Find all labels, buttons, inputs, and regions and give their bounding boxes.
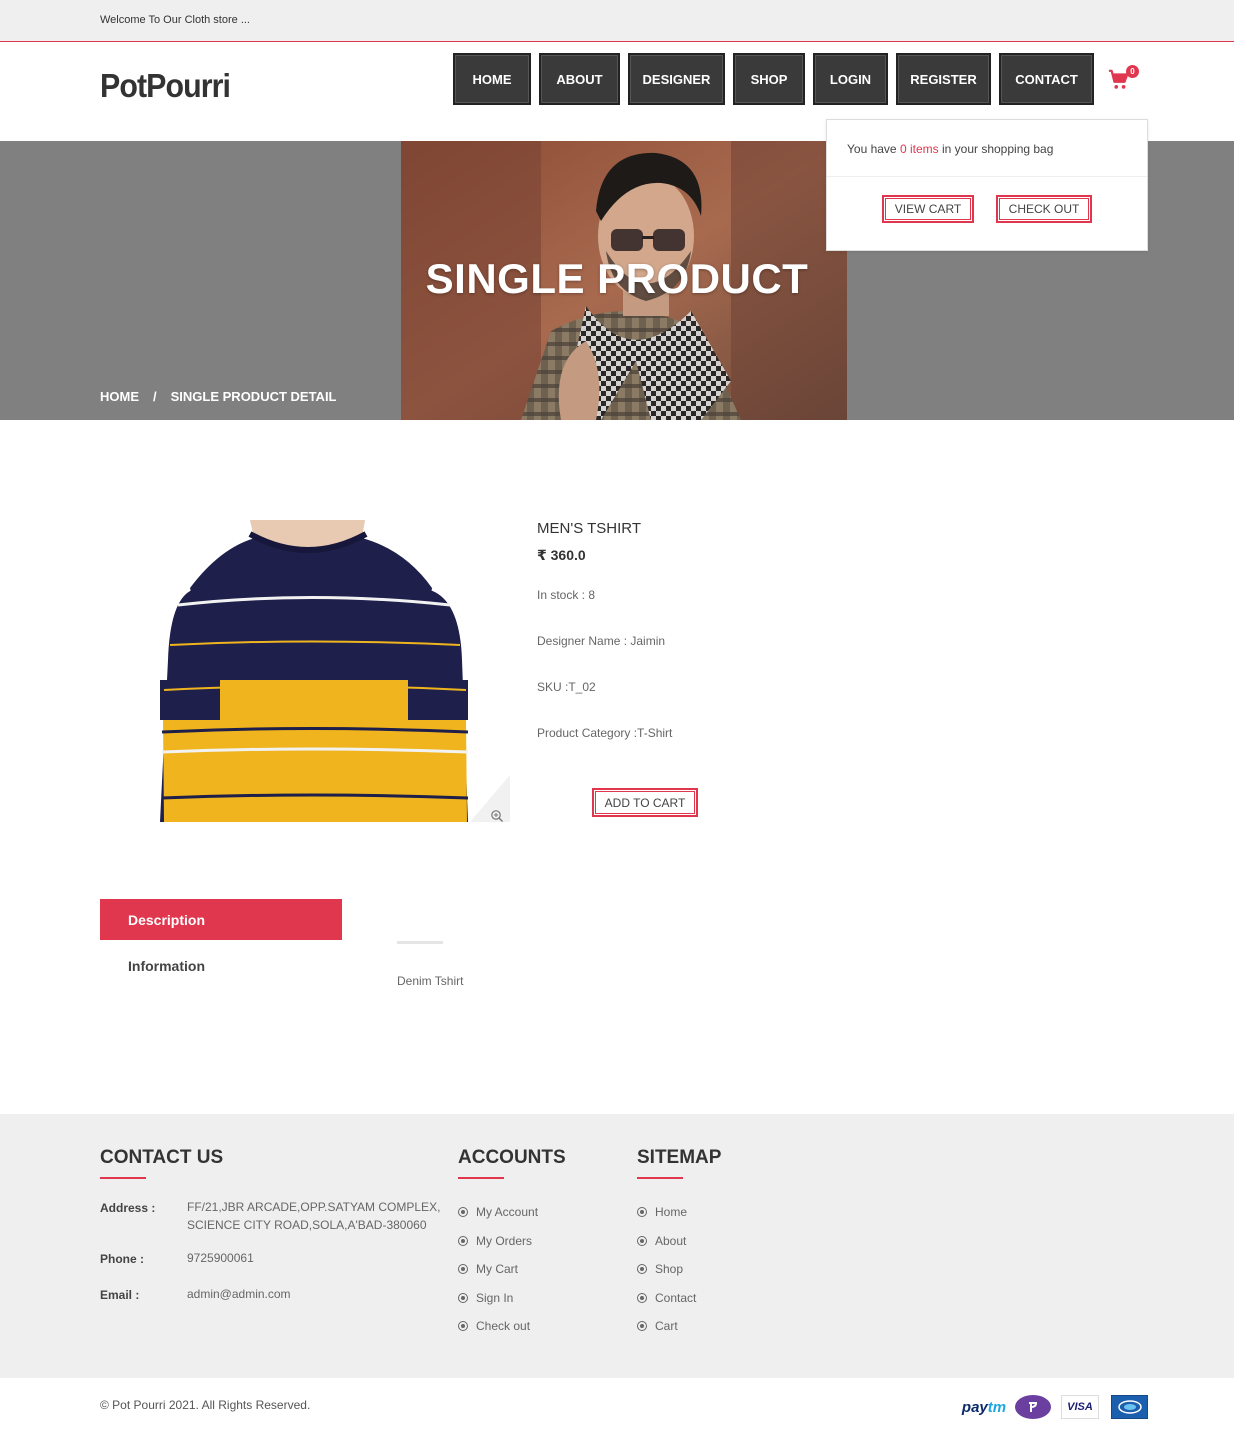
- footer-link-label: Check out: [476, 1319, 531, 1333]
- address-label: Address :: [100, 1201, 156, 1215]
- bullet-icon: [458, 1321, 468, 1331]
- breadcrumb-home[interactable]: HOME: [100, 389, 139, 404]
- copyright-text: © Pot Pourri 2021. All Rights Reserved.: [100, 1398, 311, 1412]
- footer-link-label: My Orders: [476, 1234, 533, 1248]
- visa-icon: VISA: [1061, 1395, 1099, 1419]
- sitemap-link-shop[interactable]: Shop: [637, 1262, 683, 1276]
- nav-contact[interactable]: CONTACT: [999, 53, 1094, 105]
- phone-label: Phone :: [100, 1252, 144, 1266]
- product-name: MEN'S TSHIRT: [537, 520, 641, 537]
- bullet-icon: [458, 1207, 468, 1217]
- footer-link-my-cart[interactable]: My Cart: [458, 1262, 518, 1276]
- check-out-button[interactable]: CHECK OUT: [996, 195, 1092, 223]
- address-line-1: FF/21,JBR ARCADE,OPP.SATYAM COMPLEX,: [187, 1200, 441, 1214]
- sitemap-link-contact[interactable]: Contact: [637, 1291, 696, 1305]
- citrus-icon: [1111, 1395, 1148, 1419]
- product-price: ₹ 360.0: [537, 547, 586, 563]
- nav-designer[interactable]: DESIGNER: [628, 53, 725, 105]
- sitemap-link-about[interactable]: About: [637, 1234, 686, 1248]
- nav-home[interactable]: HOME: [453, 53, 531, 105]
- footer: CONTACT US Address : FF/21,JBR ARCADE,OP…: [0, 1114, 1234, 1378]
- minicart-dropdown: You have 0 items in your shopping bag VI…: [826, 119, 1148, 251]
- zoom-icon[interactable]: [490, 809, 504, 823]
- tab-content-divider: [397, 941, 443, 944]
- footer-link-label: My Cart: [476, 1262, 518, 1276]
- footer-link-my-account[interactable]: My Account: [458, 1205, 538, 1219]
- footer-sitemap-heading: SITEMAP: [637, 1147, 722, 1179]
- breadcrumb-current: SINGLE PRODUCT DETAIL: [170, 389, 337, 404]
- footer-link-check-out[interactable]: Check out: [458, 1319, 530, 1333]
- site-logo[interactable]: PotPourri: [100, 67, 231, 105]
- address-value: FF/21,JBR ARCADE,OPP.SATYAM COMPLEX, SCI…: [187, 1198, 440, 1234]
- bullet-icon: [458, 1236, 468, 1246]
- bullet-icon: [637, 1321, 647, 1331]
- minicart-message: You have 0 items in your shopping bag: [847, 142, 1053, 156]
- minicart-msg-prefix: You have: [847, 142, 897, 156]
- nav-register[interactable]: REGISTER: [896, 53, 991, 105]
- footer-link-label: About: [655, 1234, 687, 1248]
- product-category: Product Category :T-Shirt: [537, 726, 673, 740]
- sitemap-link-cart[interactable]: Cart: [637, 1319, 678, 1333]
- sitemap-link-home[interactable]: Home: [637, 1205, 687, 1219]
- tab-information[interactable]: Information: [128, 958, 205, 974]
- footer-link-label: My Account: [476, 1205, 539, 1219]
- bullet-icon: [637, 1236, 647, 1246]
- nav-login[interactable]: LOGIN: [813, 53, 888, 105]
- bullet-icon: [637, 1264, 647, 1274]
- cart-button[interactable]: 0: [1108, 65, 1139, 93]
- footer-link-label: Cart: [655, 1319, 678, 1333]
- bullet-icon: [637, 1207, 647, 1217]
- minicart-msg-suffix: in your shopping bag: [941, 142, 1054, 156]
- nav-shop[interactable]: SHOP: [733, 53, 805, 105]
- phone-value: 9725900061: [187, 1251, 254, 1265]
- bullet-icon: [458, 1293, 468, 1303]
- product-designer: Designer Name : Jaimin: [537, 634, 666, 648]
- view-cart-button[interactable]: VIEW CART: [882, 195, 974, 223]
- bullet-icon: [458, 1264, 468, 1274]
- cart-count-badge: 0: [1126, 65, 1139, 78]
- footer-link-sign-in[interactable]: Sign In: [458, 1291, 513, 1305]
- bullet-icon: [637, 1293, 647, 1303]
- welcome-text: Welcome To Our Cloth store ...: [100, 14, 250, 26]
- breadcrumb: HOME / SINGLE PRODUCT DETAIL: [100, 389, 337, 404]
- footer-link-label: Contact: [655, 1291, 697, 1305]
- footer-contact-heading: CONTACT US: [100, 1147, 224, 1179]
- product-image[interactable]: [130, 520, 510, 822]
- tab-description[interactable]: Description: [100, 899, 342, 940]
- address-line-2: SCIENCE CITY ROAD,SOLA,A'BAD-380060: [187, 1218, 427, 1232]
- bottom-bar: © Pot Pourri 2021. All Rights Reserved. …: [0, 1378, 1234, 1431]
- nav-about[interactable]: ABOUT: [539, 53, 620, 105]
- email-label: Email :: [100, 1288, 140, 1302]
- product-sku: SKU :T_02: [537, 680, 596, 694]
- add-to-cart-button[interactable]: ADD TO CART: [592, 788, 698, 817]
- product-stock: In stock : 8: [537, 588, 596, 602]
- paytm-icon: pay tm: [961, 1398, 1007, 1416]
- tab-description-content: Denim Tshirt: [397, 974, 464, 988]
- email-value[interactable]: admin@admin.com: [187, 1285, 291, 1303]
- footer-link-label: Sign In: [476, 1291, 514, 1305]
- footer-link-my-orders[interactable]: My Orders: [458, 1234, 532, 1248]
- main-nav: HOME ABOUT DESIGNER SHOP LOGIN REGISTER …: [453, 53, 1094, 105]
- top-bar: Welcome To Our Cloth store ...: [0, 0, 1234, 42]
- breadcrumb-separator: /: [153, 389, 157, 404]
- page-title: SINGLE PRODUCT: [425, 255, 809, 302]
- phonepe-icon: [1015, 1395, 1051, 1419]
- footer-link-label: Home: [655, 1205, 688, 1219]
- minicart-item-count: 0 items: [899, 142, 939, 156]
- minicart-divider: [827, 176, 1147, 177]
- footer-link-label: Shop: [655, 1262, 684, 1276]
- footer-accounts-heading: ACCOUNTS: [458, 1147, 566, 1179]
